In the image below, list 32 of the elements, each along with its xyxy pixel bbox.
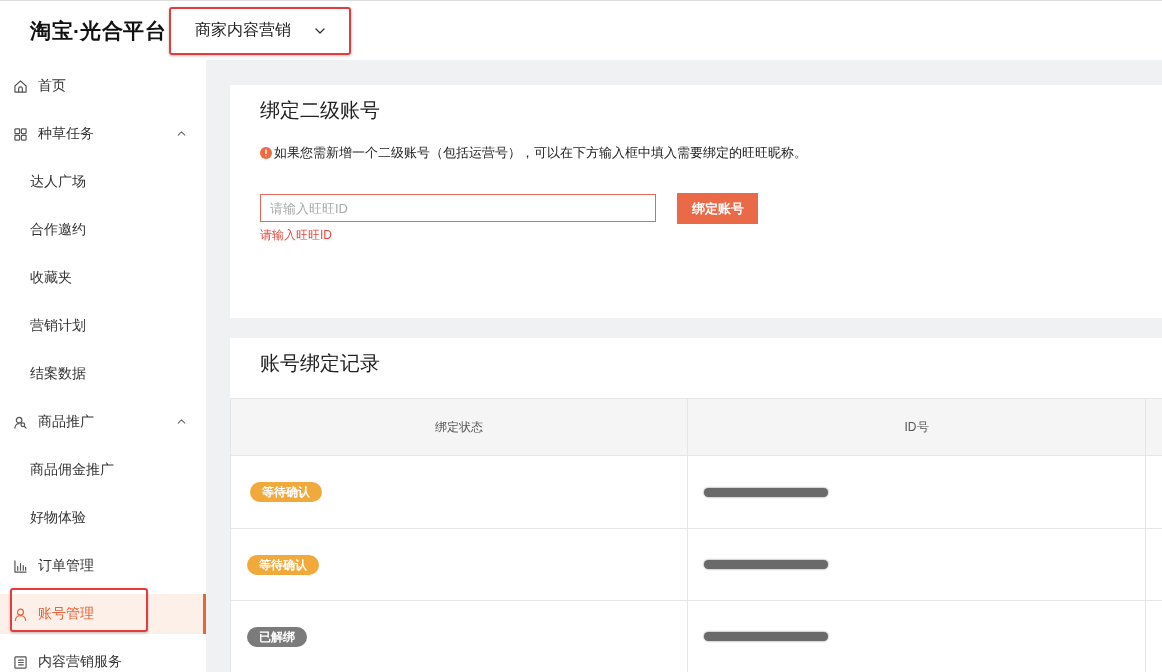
home-icon (14, 79, 27, 93)
user-icon (14, 607, 27, 621)
nav-item[interactable]: 订单管理 (0, 546, 206, 586)
logo-text: 淘宝·光合平台 (30, 17, 167, 44)
nav-item[interactable]: 收藏夹 (0, 258, 206, 298)
list-box-icon (14, 655, 27, 669)
nav-item[interactable]: 内容营销服务 (0, 642, 206, 672)
users-icon (14, 415, 27, 429)
column-header: 绑定状态 (231, 399, 688, 456)
column-header: ID号 (688, 399, 1146, 456)
nav-item[interactable]: 达人广场 (0, 162, 206, 202)
grid-icon (14, 127, 27, 141)
notice-text: 如果您需新增一个二级账号（包括运营号），可以在下方输入框中填入需要绑定的旺旺昵称。 (274, 144, 807, 162)
platform-dropdown[interactable]: 商家内容营销 (168, 6, 351, 55)
input-field[interactable]: 请输入旺旺ID (260, 194, 656, 222)
nav-item[interactable]: 好物体验 (0, 498, 206, 538)
nav-item[interactable]: 商品推广 (0, 402, 206, 442)
error-message: 请输入旺旺ID (260, 227, 333, 243)
panel-title: 绑定二级账号 (260, 98, 381, 123)
status-tag: 等待确认 (250, 482, 322, 502)
status-tag: 已解绑 (247, 626, 307, 647)
nav-item[interactable]: 首页 (0, 66, 206, 106)
nav-item[interactable]: 营销计划 (0, 306, 206, 346)
status-tag: 等待确认 (247, 554, 319, 575)
nav-item[interactable]: 商品佣金推广 (0, 450, 206, 490)
chevron-down-icon (314, 27, 325, 34)
nav-item[interactable]: 种草任务 (0, 114, 206, 154)
panel-title: 账号绑定记录 (259, 351, 381, 376)
nav-item[interactable]: 合作邀约 (0, 210, 206, 250)
bar-chart-icon (14, 559, 27, 573)
nav-item[interactable]: 结案数据 (0, 354, 206, 394)
info-dot-icon (260, 147, 272, 159)
